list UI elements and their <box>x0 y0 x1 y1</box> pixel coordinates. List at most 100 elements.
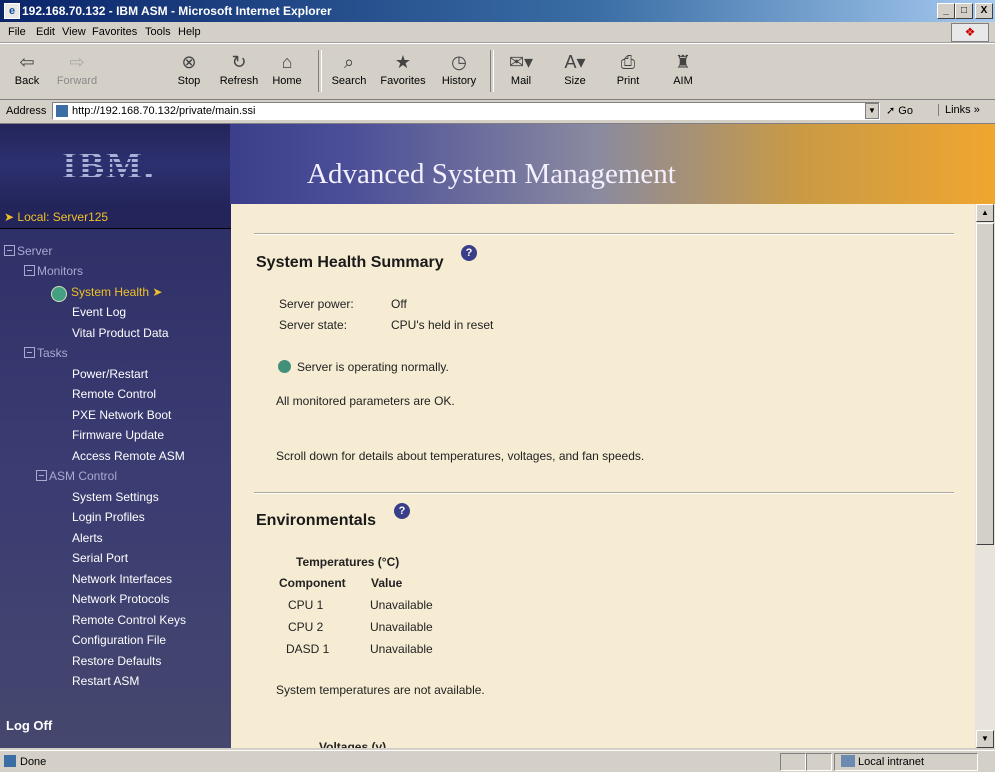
scroll-down-button[interactable]: ▼ <box>976 730 994 748</box>
status-bar: Done Local intranet <box>0 750 995 772</box>
table-cell-value: Unavailable <box>370 642 433 656</box>
sidebar-item-serial-port[interactable]: Serial Port <box>72 551 128 565</box>
menu-bar: File Edit View Favorites Tools Help ❖ <box>0 22 995 43</box>
mail-button[interactable]: ✉▾ Mail <box>498 49 544 93</box>
log-off-link[interactable]: Log Off <box>6 718 52 733</box>
page-title: System Health Summary <box>256 254 444 271</box>
maximize-button[interactable]: □ <box>955 3 973 19</box>
security-zone: Local intranet <box>858 756 925 768</box>
stop-icon: ⊗ <box>181 52 197 72</box>
health-status-icon <box>51 286 67 302</box>
close-button[interactable]: X <box>975 3 993 19</box>
home-icon: ⌂ <box>281 52 293 72</box>
print-button[interactable]: ⎙ Print <box>605 49 651 93</box>
refresh-icon: ↻ <box>231 52 247 72</box>
forward-arrow-icon: ⇨ <box>69 52 85 72</box>
sidebar-item-tasks[interactable]: Tasks <box>24 346 68 360</box>
refresh-button[interactable]: ↻ Refresh <box>216 49 262 93</box>
temperature-note: System temperatures are not available. <box>276 683 485 697</box>
address-input[interactable]: http://192.168.70.132/private/main.ssi <box>52 102 880 120</box>
sidebar-item-system-health[interactable]: System Health ➤ <box>71 285 162 299</box>
table-cell-component: CPU 1 <box>288 598 324 612</box>
forward-button[interactable]: ⇨ Forward <box>54 49 100 93</box>
table-cell-component: CPU 2 <box>288 620 324 634</box>
menu-file[interactable]: File <box>8 26 26 38</box>
divider <box>254 233 954 235</box>
collapse-icon <box>24 347 35 358</box>
asm-banner: IBM. Advanced System Management <box>0 124 995 204</box>
sidebar-item-vital-product-data[interactable]: Vital Product Data <box>72 326 169 340</box>
favorites-icon: ★ <box>394 52 412 72</box>
sidebar-item-pxe-network-boot[interactable]: PXE Network Boot <box>72 408 171 422</box>
size-button[interactable]: A▾ Size <box>552 49 598 93</box>
favorites-button[interactable]: ★ Favorites <box>380 49 426 93</box>
minimize-button[interactable]: _ <box>937 3 955 19</box>
back-button[interactable]: ⇦ Back <box>4 49 50 93</box>
sidebar-item-asm-control[interactable]: ASM Control <box>36 469 117 483</box>
main-content: System Health Summary ? Server power: Of… <box>231 204 975 748</box>
divider <box>254 492 954 494</box>
local-server-indicator[interactable]: ➤ Local: Server125 <box>0 204 231 229</box>
window-title: 192.168.70.132 - IBM ASM - Microsoft Int… <box>22 4 332 18</box>
table-cell-value: Unavailable <box>370 620 433 634</box>
address-bar: Address http://192.168.70.132/private/ma… <box>0 99 995 124</box>
column-header-component: Component <box>279 576 346 590</box>
sidebar-item-network-protocols[interactable]: Network Protocols <box>72 592 169 606</box>
sidebar-item-restore-defaults[interactable]: Restore Defaults <box>72 654 161 668</box>
sidebar-item-remote-control-keys[interactable]: Remote Control Keys <box>72 613 186 627</box>
temperatures-title: Temperatures (°C) <box>296 555 400 569</box>
status-text: Done <box>20 756 47 768</box>
scroll-hint: Scroll down for details about temperatur… <box>276 449 645 463</box>
menu-edit[interactable]: Edit <box>36 26 55 38</box>
stop-button[interactable]: ⊗ Stop <box>166 49 212 93</box>
menu-view[interactable]: View <box>62 26 86 38</box>
mail-icon: ✉▾ <box>508 52 534 72</box>
collapse-icon <box>24 265 35 276</box>
server-state-label: Server state: <box>279 318 348 332</box>
history-button[interactable]: ◷ History <box>436 49 482 93</box>
go-button[interactable]: ➚ Go <box>886 104 913 117</box>
sidebar-item-power-restart[interactable]: Power/Restart <box>72 367 148 381</box>
text-size-icon: A▾ <box>564 52 586 72</box>
help-icon[interactable]: ? <box>461 245 477 261</box>
menu-favorites[interactable]: Favorites <box>92 26 137 38</box>
sidebar-item-configuration-file[interactable]: Configuration File <box>72 633 166 647</box>
search-button[interactable]: ⌕ Search <box>326 49 372 93</box>
sidebar-item-server[interactable]: Server <box>4 244 52 258</box>
links-button[interactable]: Links » <box>938 104 980 116</box>
scroll-up-button[interactable]: ▲ <box>976 204 994 222</box>
page-icon <box>56 105 68 117</box>
section-title-environmentals: Environmentals <box>256 512 377 529</box>
collapse-icon <box>4 245 15 256</box>
server-power-label: Server power: <box>279 297 354 311</box>
sidebar-item-access-remote-asm[interactable]: Access Remote ASM <box>72 449 185 463</box>
sidebar-item-alerts[interactable]: Alerts <box>72 531 103 545</box>
ibm-logo: IBM. <box>62 145 156 187</box>
scroll-thumb[interactable] <box>976 223 994 545</box>
sidebar-item-firmware-update[interactable]: Firmware Update <box>72 428 164 442</box>
collapse-icon <box>36 470 47 481</box>
address-dropdown-button[interactable]: ▼ <box>865 103 879 119</box>
ibm-logo-block: IBM. <box>0 124 230 204</box>
help-icon[interactable]: ? <box>394 503 410 519</box>
server-power-value: Off <box>391 297 407 311</box>
go-arrow-icon: ➚ <box>886 105 899 117</box>
sidebar-item-network-interfaces[interactable]: Network Interfaces <box>72 572 172 586</box>
sidebar-item-system-settings[interactable]: System Settings <box>72 490 159 504</box>
menu-tools[interactable]: Tools <box>145 26 171 38</box>
sidebar-item-login-profiles[interactable]: Login Profiles <box>72 510 145 524</box>
sidebar-nav: ➤ Local: Server125 Server Monitors Syste… <box>0 204 231 748</box>
menu-help[interactable]: Help <box>178 26 201 38</box>
sidebar-item-event-log[interactable]: Event Log <box>72 305 126 319</box>
aim-running-man-icon: ♜ <box>674 52 692 72</box>
status-message: Server is operating normally. <box>297 360 449 374</box>
sidebar-item-remote-control[interactable]: Remote Control <box>72 387 156 401</box>
windows-logo-icon: ❖ <box>951 23 989 42</box>
sidebar-item-restart-asm[interactable]: Restart ASM <box>72 674 139 688</box>
banner-title: Advanced System Management <box>307 158 676 190</box>
ie-app-icon[interactable]: e <box>4 3 20 19</box>
home-button[interactable]: ⌂ Home <box>264 49 310 93</box>
sidebar-item-monitors[interactable]: Monitors <box>24 264 83 278</box>
vertical-scrollbar[interactable]: ▲ ▼ <box>975 204 995 748</box>
aim-button[interactable]: ♜ AIM <box>660 49 706 93</box>
